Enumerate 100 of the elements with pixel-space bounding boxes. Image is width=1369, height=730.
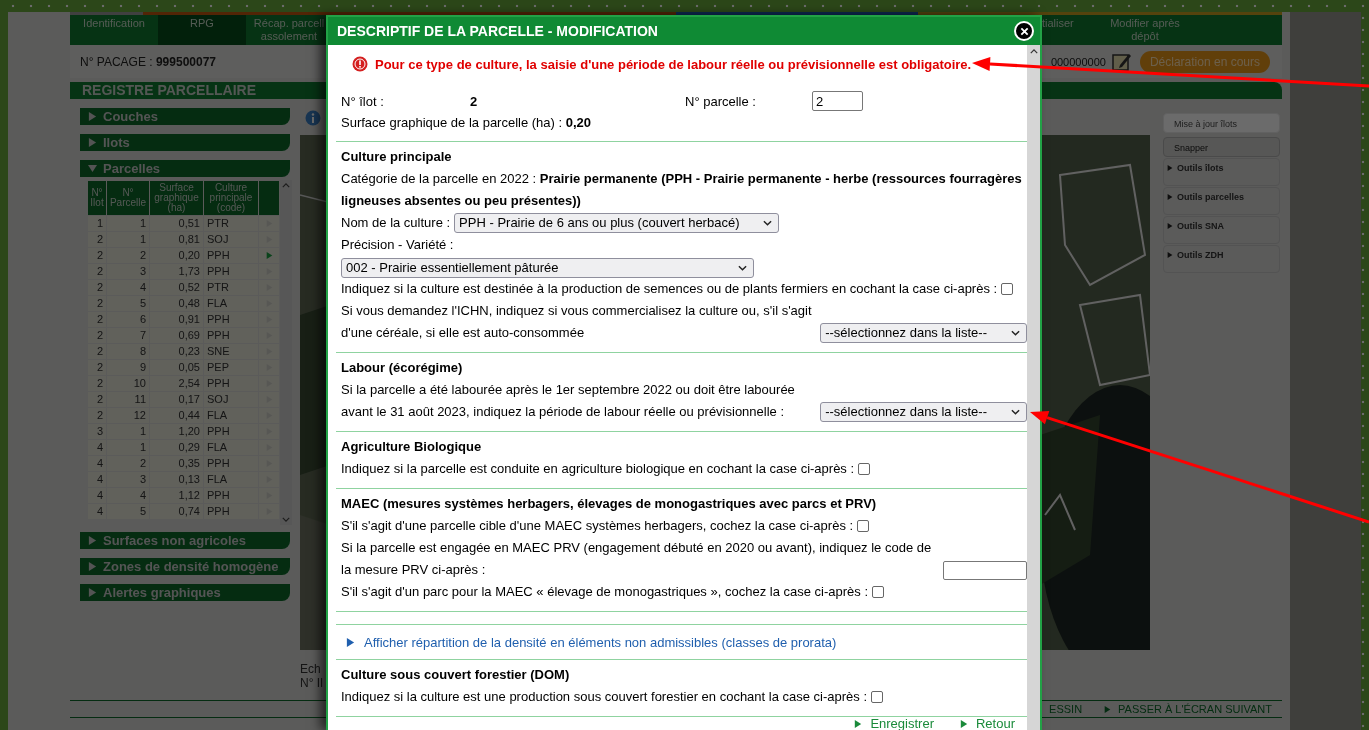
field-label: Indiquez si la parcelle est conduite en agriculture biologique en cochant la case ci-après : [341, 460, 855, 478]
column-header: Surface graphique (ha) [150, 181, 203, 215]
section-title: Labour (écorégime) [341, 359, 464, 377]
tool-group-header[interactable]: Outils SNA [1163, 216, 1280, 244]
table-cell: 0,74 [150, 504, 203, 519]
table-cell: 0,91 [150, 312, 203, 327]
drawing-link[interactable]: ESSIN [1049, 703, 1083, 715]
table-cell: PPH [204, 456, 258, 471]
accordion-header[interactable]: Ilots [80, 134, 290, 151]
table-cell: PEP [204, 360, 258, 375]
table-cell: SOJ [204, 232, 258, 247]
dropdown[interactable]: 002 - Prairie essentiellement pâturée [341, 257, 755, 278]
table-cell: 0,29 [150, 440, 203, 455]
field-label: Indiquez si la culture est destinée à la production de semences ou de plants fermiers en cochant la case ci-après : [341, 280, 998, 298]
tool-group-header[interactable]: Outils îlots [1163, 158, 1280, 186]
footer-link[interactable]: Retour [959, 717, 1015, 730]
map-caption: Ech [300, 662, 321, 676]
tab[interactable]: tialiser [1040, 15, 1090, 45]
table-cell: 0,81 [150, 232, 203, 247]
table-cell: 2 [88, 264, 106, 279]
table-cell: 5 [107, 504, 149, 519]
table-cell: 2 [88, 248, 106, 263]
table-cell: 0,51 [150, 216, 203, 231]
table-cell: 2 [88, 392, 106, 407]
table-cell: 2 [88, 312, 106, 327]
table-cell: 2,54 [150, 376, 203, 391]
accordion-header[interactable]: Surfaces non agricoles [80, 532, 290, 549]
tool-button[interactable]: Snapper [1163, 137, 1280, 157]
table-cell: 9 [107, 360, 149, 375]
table-cell: PPH [204, 488, 258, 503]
input-field[interactable]: 2 [812, 91, 863, 111]
accordion-header[interactable]: Zones de densité homogène [80, 558, 290, 575]
tab[interactable]: Modifier après dépôt [1090, 15, 1200, 45]
dropdown[interactable]: PPH - Prairie de 6 ans ou plus (couvert herbacé) [454, 213, 780, 233]
tool-group-header[interactable]: Outils parcelles [1163, 187, 1280, 215]
table-cell: FLA [204, 472, 258, 487]
next-screen-link[interactable]: PASSER À L'ÉCRAN SUIVANT [1104, 703, 1272, 715]
footer-link[interactable]: Enregistrer [854, 717, 934, 730]
table-cell: 0,05 [150, 360, 203, 375]
tab[interactable]: RPG [158, 15, 246, 45]
tab[interactable]: Identification [70, 15, 158, 45]
table-cell: 7 [107, 328, 149, 343]
table-cell: 2 [88, 328, 106, 343]
table-cell: 2 [107, 456, 149, 471]
table-cell: 0,44 [150, 408, 203, 423]
table-cell: 10 [107, 376, 149, 391]
dropdown[interactable]: --sélectionnez dans la liste-- [820, 323, 1027, 343]
table-cell: SOJ [204, 392, 258, 407]
field-label: Indiquez si la culture est une production sous couvert forestier en cochant la case ci-après : [341, 688, 868, 706]
table-cell: 0,13 [150, 472, 203, 487]
accordion-header[interactable]: Parcelles [80, 160, 290, 177]
table-cell: SNE [204, 344, 258, 359]
accordion-header[interactable]: Alertes graphiques [80, 584, 290, 601]
table-cell: 4 [88, 504, 106, 519]
table-cell: 2 [88, 280, 106, 295]
table-cell: 2 [107, 248, 149, 263]
table-cell: PPH [204, 328, 258, 343]
table-cell: 1 [107, 424, 149, 439]
table-cell: PPH [204, 424, 258, 439]
table-cell: 2 [88, 344, 106, 359]
table-cell: 0,48 [150, 296, 203, 311]
accordion-header[interactable]: Couches [80, 108, 290, 125]
field-label: S'il s'agit d'un parc pour la MAEC « élevage de monogastriques », cochez la case ci-après : [341, 583, 868, 601]
table-cell: 4 [88, 472, 106, 487]
table-cell: 0,69 [150, 328, 203, 343]
status-badge: Déclaration en cours [1139, 50, 1270, 73]
table-cell: PPH [204, 376, 258, 391]
column-header: N° Ilot [88, 181, 106, 215]
table-cell: PPH [204, 248, 258, 263]
field-label: Si vous demandez l'ICHN, indiquez si vous commercialisez la culture ou, s'il s'agit d'une céréale, si elle est auto-consommée [341, 302, 813, 342]
table-cell: 0,17 [150, 392, 203, 407]
table-cell: 5 [107, 296, 149, 311]
dropdown[interactable]: --sélectionnez dans la liste-- [820, 402, 1027, 422]
section-title: Culture sous couvert forestier (DOM) [341, 666, 571, 684]
dossier-number: 000000000 [1050, 55, 1106, 68]
table-cell: 1,73 [150, 264, 203, 279]
table-cell: 0,35 [150, 456, 203, 471]
expand-link[interactable]: Afficher répartition de la densité en éléments non admissibles (classes de prorata) [346, 634, 837, 650]
table-cell: 2 [88, 232, 106, 247]
table-cell: 4 [107, 488, 149, 503]
section-title: MAEC (mesures systèmes herbagers, élevages de monogastriques avec parcs et PRV) [341, 495, 878, 513]
field-label: Précision - Variété : [341, 237, 454, 252]
table-cell: 3 [107, 472, 149, 487]
table-cell: 2 [88, 360, 106, 375]
pacage-number: N° PACAGE : 999500077 [80, 54, 216, 69]
table-cell: FLA [204, 440, 258, 455]
table-cell: 2 [88, 296, 106, 311]
table-cell: 4 [107, 280, 149, 295]
table-cell: PTR [204, 216, 258, 231]
tool-group-header[interactable]: Outils ZDH [1163, 245, 1280, 273]
table-cell: 12 [107, 408, 149, 423]
field-text: Catégorie de la parcelle en 2022 : Prairie permanente (PPH - Prairie permanente - herbe (ressources fourragères ligneuses absentes ou peu présentes)) [341, 171, 1022, 208]
table-cell: 1,20 [150, 424, 203, 439]
section-title: Agriculture Biologique [341, 438, 483, 456]
field-label: Nom de la culture : [341, 214, 451, 232]
section-title: Culture principale [341, 148, 453, 166]
table-cell: 1 [88, 216, 106, 231]
dialog-title: DESCRIPTIF DE LA PARCELLE - MODIFICATION [337, 23, 658, 39]
table-cell: PPH [204, 264, 258, 279]
table-cell: FLA [204, 408, 258, 423]
